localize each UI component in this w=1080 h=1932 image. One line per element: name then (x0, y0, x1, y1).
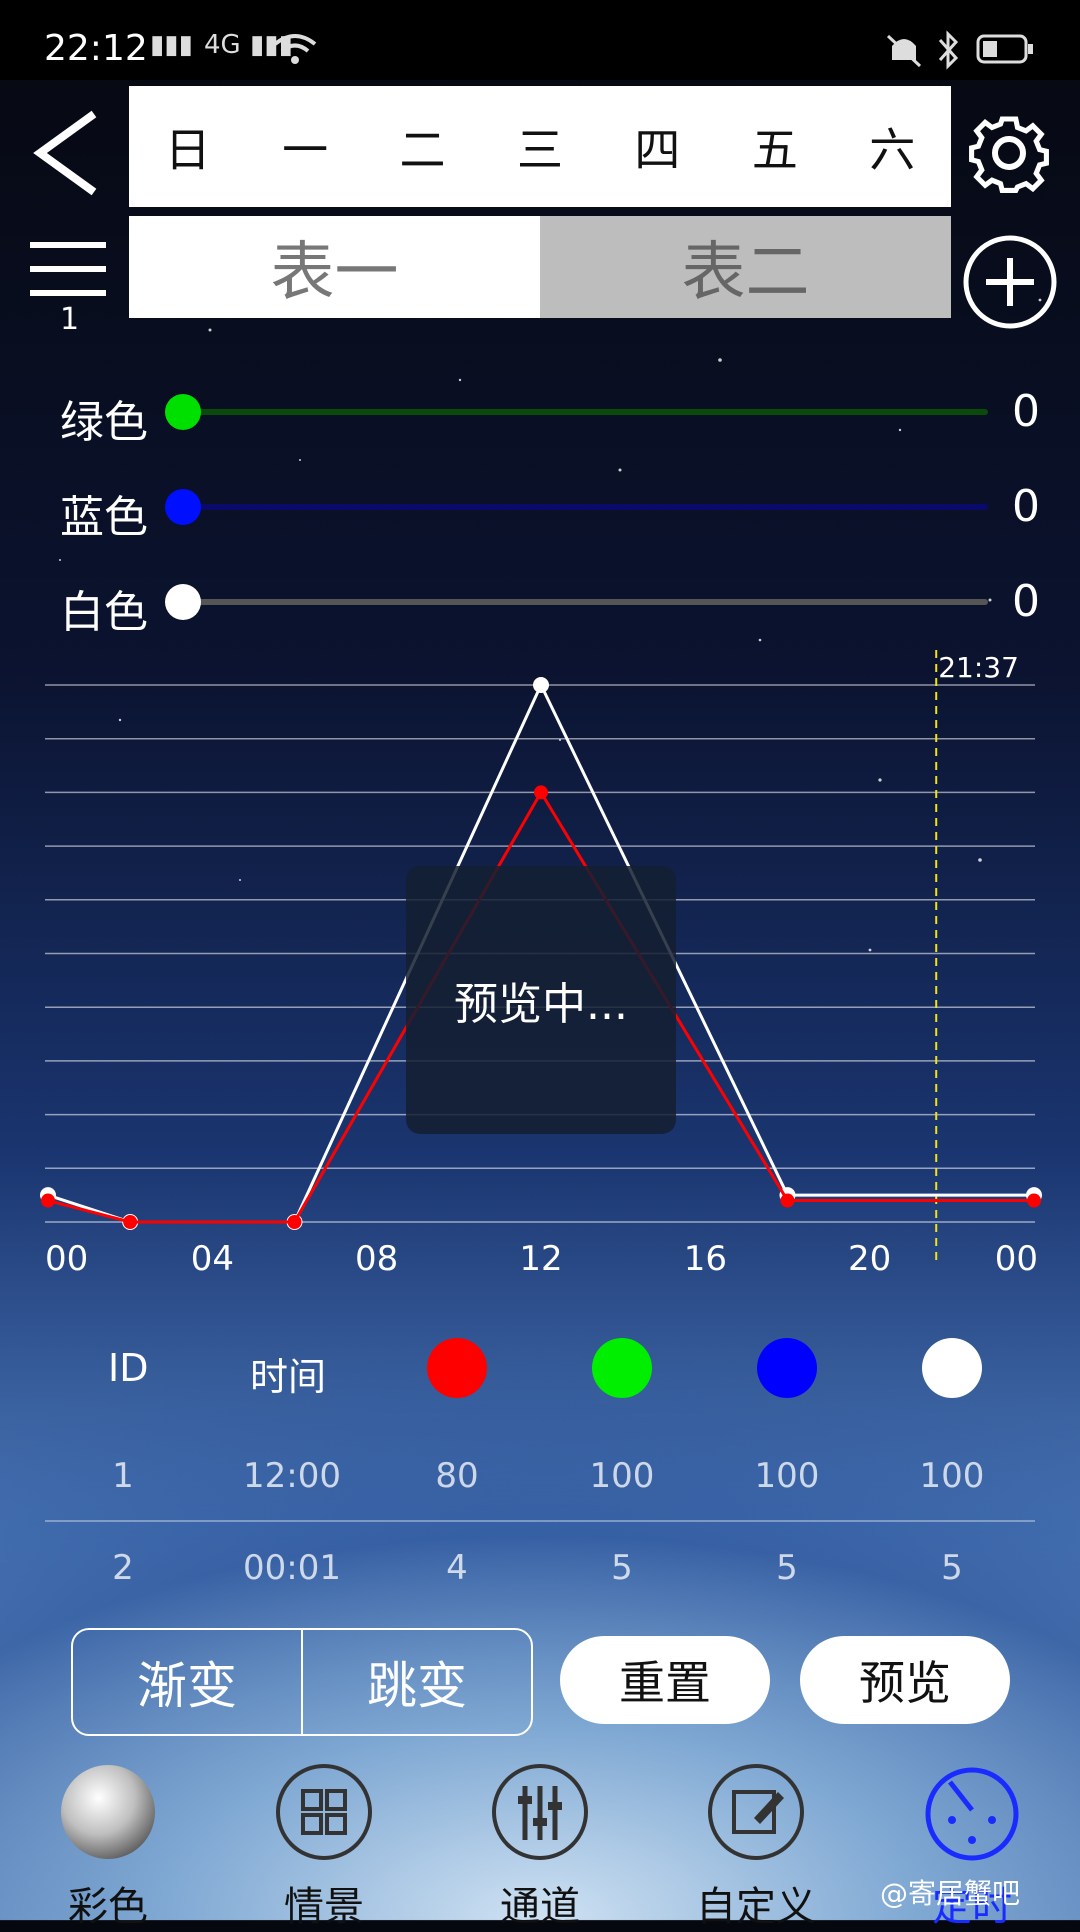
row-blue: 100 (754, 1456, 820, 1496)
nav-custom[interactable]: 自定义 (686, 1762, 826, 1930)
weekday-selector: 日 一 二 三 四 五 六 (129, 86, 951, 207)
signal-icon: ▮▮▮ (150, 30, 193, 60)
slider-value: 0 (1012, 576, 1040, 627)
row-green: 100 (589, 1456, 655, 1496)
white-channel-dot (922, 1338, 982, 1398)
status-bar: 22:12 ▮▮▮ 4G ▮▮▮ (0, 0, 1080, 80)
network-type: 4G (204, 30, 241, 60)
column-time-header: 时间 (250, 1355, 327, 1399)
slider-track[interactable] (180, 599, 988, 605)
day-tue[interactable]: 二 (400, 114, 446, 180)
white-series-point (533, 677, 549, 693)
x-axis-tick-label: 08 (355, 1239, 398, 1279)
color-disc-icon (61, 1765, 155, 1859)
slider-label: 绿色 (60, 397, 148, 448)
slider-green: 绿色 0 (60, 382, 1040, 448)
reset-button[interactable]: 重置 (560, 1636, 770, 1724)
nav-label: 自定义 (696, 1884, 816, 1930)
gradual-button[interactable]: 渐变 (73, 1630, 301, 1734)
sliders-icon (492, 1764, 588, 1860)
preview-toast: 预览中... (406, 866, 676, 1134)
add-circle-icon[interactable] (962, 234, 1058, 330)
day-mon[interactable]: 一 (282, 114, 328, 180)
transition-mode-toggle: 渐变 跳变 (71, 1628, 533, 1736)
red-series-point (534, 785, 548, 800)
row-blue: 5 (776, 1548, 798, 1588)
day-sat[interactable]: 六 (869, 114, 915, 180)
row-red: 80 (435, 1456, 479, 1496)
red-series-point (1027, 1193, 1041, 1208)
slider-label: 蓝色 (60, 492, 148, 543)
red-channel-dot (427, 1338, 487, 1398)
red-series-point (287, 1215, 302, 1229)
row-time: 12:00 (243, 1456, 341, 1496)
slider-blue: 蓝色 0 (60, 477, 1040, 543)
row-divider (45, 1520, 1035, 1522)
nav-scene[interactable]: 情景 (254, 1762, 394, 1930)
mute-icon (886, 34, 922, 68)
slider-track[interactable] (180, 409, 988, 415)
red-series-point (123, 1215, 138, 1229)
table-row[interactable]: 1 12:00 80 100 100 100 (45, 1456, 1035, 1516)
day-wed[interactable]: 三 (517, 114, 563, 180)
row-white: 100 (919, 1456, 985, 1496)
row-time: 00:01 (243, 1548, 341, 1588)
red-series-point (780, 1193, 795, 1208)
nav-label: 通道 (500, 1884, 580, 1930)
x-axis-tick-label: 12 (519, 1239, 562, 1279)
nav-channel[interactable]: 通道 (470, 1762, 610, 1930)
timer-icon (925, 1767, 1019, 1861)
x-axis-tick-label: 16 (684, 1239, 727, 1279)
menu-badge: 1 (60, 302, 80, 337)
day-thu[interactable]: 四 (634, 114, 680, 180)
slider-white: 白色 0 (60, 572, 1040, 638)
row-red: 4 (446, 1548, 468, 1588)
row-id: 2 (112, 1548, 134, 1588)
green-channel-dot (592, 1338, 652, 1398)
tab-table-two[interactable]: 表二 (540, 216, 951, 318)
slider-value: 0 (1012, 481, 1040, 532)
gear-icon[interactable] (962, 106, 1056, 200)
preview-button[interactable]: 预览 (800, 1636, 1010, 1724)
x-axis-tick-label: 20 (848, 1239, 891, 1279)
slider-knob[interactable] (165, 394, 201, 430)
table-tabs: 表一 表二 (129, 216, 951, 318)
x-axis-tick-label: 00 (45, 1239, 88, 1279)
slider-label: 白色 (60, 587, 148, 638)
current-time-label: 21:37 (938, 651, 1019, 684)
grid-icon (276, 1764, 372, 1860)
nav-label: 情景 (284, 1884, 364, 1930)
slider-value: 0 (1012, 386, 1040, 437)
tab-table-one[interactable]: 表一 (129, 216, 540, 318)
battery-icon (976, 34, 1033, 64)
slider-knob[interactable] (165, 584, 201, 620)
red-series-point (41, 1193, 55, 1208)
x-axis-tick-label: 04 (191, 1239, 234, 1279)
jump-button[interactable]: 跳变 (301, 1630, 531, 1734)
slider-track[interactable] (180, 504, 988, 510)
row-green: 5 (611, 1548, 633, 1588)
x-axis-tick-label: 00 (995, 1239, 1038, 1279)
column-id-header: ID (108, 1346, 149, 1390)
blue-channel-dot (757, 1338, 817, 1398)
row-white: 5 (941, 1548, 963, 1588)
row-id: 1 (112, 1456, 134, 1496)
bluetooth-icon (938, 30, 959, 70)
slider-knob[interactable] (165, 489, 201, 525)
menu-icon[interactable] (28, 240, 108, 300)
back-chevron-icon[interactable] (30, 108, 110, 198)
nav-label: 彩色 (68, 1884, 148, 1930)
edit-icon (708, 1764, 804, 1860)
wifi-icon (273, 34, 317, 64)
day-sun[interactable]: 日 (165, 114, 211, 180)
watermark-text: @寄居蟹吧 (880, 1877, 1021, 1910)
nav-color[interactable]: 彩色 (38, 1762, 178, 1930)
day-fri[interactable]: 五 (752, 114, 798, 180)
status-time: 22:12 (44, 28, 148, 69)
table-row[interactable]: 2 00:01 4 5 5 5 (45, 1548, 1035, 1608)
